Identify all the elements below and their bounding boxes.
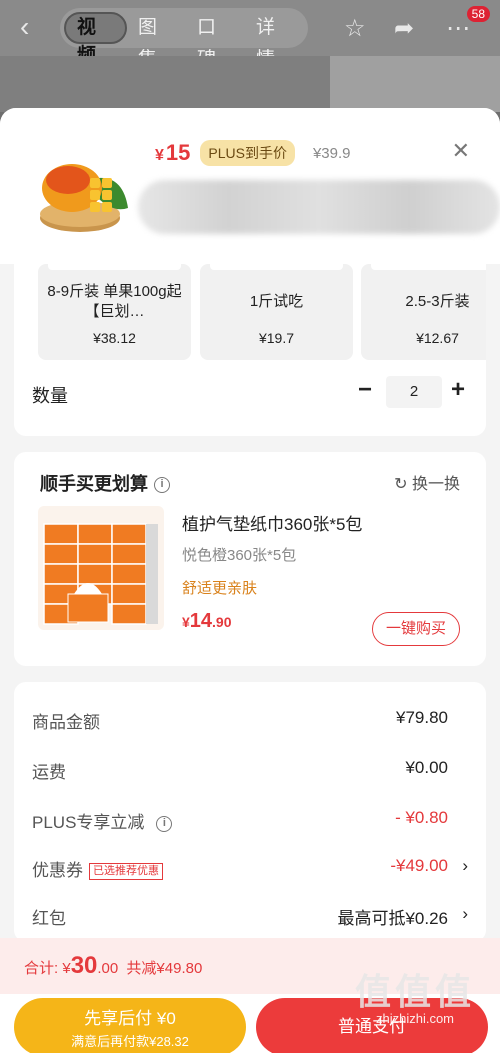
summary-row-shipping: 运费 ¥0.00 xyxy=(32,758,448,782)
share-icon[interactable]: ➦ xyxy=(394,14,414,43)
blurred-product-title xyxy=(138,180,500,234)
spec-option-price: ¥38.12 xyxy=(93,330,136,346)
chevron-right-icon: › xyxy=(462,904,468,923)
spec-option[interactable]: 1斤试吃 ¥19.7 xyxy=(200,264,353,360)
quantity-plus-button[interactable]: + xyxy=(451,376,465,404)
addon-product-variant: 悦色橙360张*5包 xyxy=(182,547,297,564)
more-icon[interactable]: ⋯ xyxy=(446,14,470,43)
quantity-minus-button[interactable]: − xyxy=(358,376,372,404)
quantity-input[interactable]: 2 xyxy=(386,376,442,408)
total-amount: 合计: ¥30.00 共减¥49.80 xyxy=(24,952,203,979)
spec-option-name: 8-9斤装 单果100g起【巨划… xyxy=(47,283,182,320)
close-icon[interactable]: ✕ xyxy=(452,138,470,164)
summary-row-plus-discount: PLUS专享立减 i - ¥0.80 xyxy=(32,808,448,832)
product-tabs: 视频 图集 口碑 详情 xyxy=(60,8,308,70)
original-price: ¥39.9 xyxy=(312,144,351,162)
summary-row-coupon[interactable]: 优惠券 已选推荐优惠 -¥49.00 › xyxy=(32,856,468,881)
product-page-header: ‹ 视频 图集 口碑 详情 ☆ ➦ ⋯ 58 xyxy=(0,0,500,70)
refresh-button[interactable]: ↻ 换一换 xyxy=(394,470,460,494)
addon-product-price: ¥14.90 xyxy=(182,610,232,632)
addon-recommendation: 顺手买更划算 i ↻ 换一换 植护气垫纸巾360张*5包 悦色橙360张*5包 舒… xyxy=(14,452,486,666)
watermark: 值值值 zhizhizhi.com xyxy=(354,971,475,1026)
spec-option-name: 1斤试吃 xyxy=(249,293,304,310)
spec-option[interactable]: 8-9斤装 单果100g起【巨划… ¥38.12 xyxy=(38,264,191,360)
quantity-label: 数量 xyxy=(32,386,68,406)
favorite-star-icon[interactable]: ☆ xyxy=(344,14,366,43)
tab-video[interactable]: 视频 xyxy=(64,12,127,66)
addon-title: 顺手买更划算 i xyxy=(40,470,170,496)
back-arrow-icon[interactable]: ‹ xyxy=(20,12,29,42)
summary-row-subtotal: 商品金额 ¥79.80 xyxy=(32,708,448,732)
info-icon[interactable]: i xyxy=(156,815,173,832)
one-click-buy-button[interactable]: 一键购买 xyxy=(372,612,460,646)
chevron-right-icon: › xyxy=(462,856,468,875)
spec-option-price: ¥19.7 xyxy=(258,330,295,346)
sheet-header: ¥15 PLUS到手价 ¥39.9 ✕ xyxy=(0,108,500,264)
spec-option-price: ¥12.67 xyxy=(416,330,459,346)
spec-option[interactable]: 2.5-3斤装 ¥12.67 xyxy=(361,264,486,360)
addon-product-name[interactable]: 植护气垫纸巾360张*5包 xyxy=(182,510,362,535)
plus-price-tag: PLUS到手价 xyxy=(200,140,295,166)
spec-selector: 8-9斤装 单果100g起【巨划… ¥38.12 1斤试吃 ¥19.7 2.5-… xyxy=(14,264,486,436)
refresh-icon: ↻ xyxy=(394,476,408,493)
message-count-badge: 58 xyxy=(466,6,490,22)
addon-product-tag: 舒适更亲肤 xyxy=(182,580,258,597)
addon-product-image[interactable] xyxy=(38,506,164,630)
tab-gallery[interactable]: 图集 xyxy=(127,12,186,70)
coupon-tag: 已选推荐优惠 xyxy=(89,863,163,881)
price-row: ¥15 PLUS到手价 ¥39.9 xyxy=(155,140,351,166)
background-content xyxy=(0,56,330,112)
order-summary: 商品金额 ¥79.80 运费 ¥0.00 PLUS专享立减 i - ¥0.80 优… xyxy=(14,682,486,942)
info-icon[interactable]: i xyxy=(154,477,170,494)
summary-row-red-packet[interactable]: 红包 最高可抵¥0.26 › xyxy=(32,904,468,928)
current-price: ¥15 xyxy=(155,140,191,165)
product-thumbnail xyxy=(28,138,138,246)
spec-option-name: 2.5-3斤装 xyxy=(405,293,470,310)
pay-later-button[interactable]: 先享后付 ¥0 满意后再付款¥28.32 xyxy=(14,998,246,1053)
background-promo-image xyxy=(330,56,500,112)
purchase-sheet: ¥15 PLUS到手价 ¥39.9 ✕ 8-9斤装 单果100g起【巨划… ¥3… xyxy=(0,108,500,1053)
tab-reviews[interactable]: 口碑 xyxy=(186,12,245,70)
total-saved: 共减¥49.80 xyxy=(126,960,203,977)
tab-details[interactable]: 详情 xyxy=(245,12,304,70)
